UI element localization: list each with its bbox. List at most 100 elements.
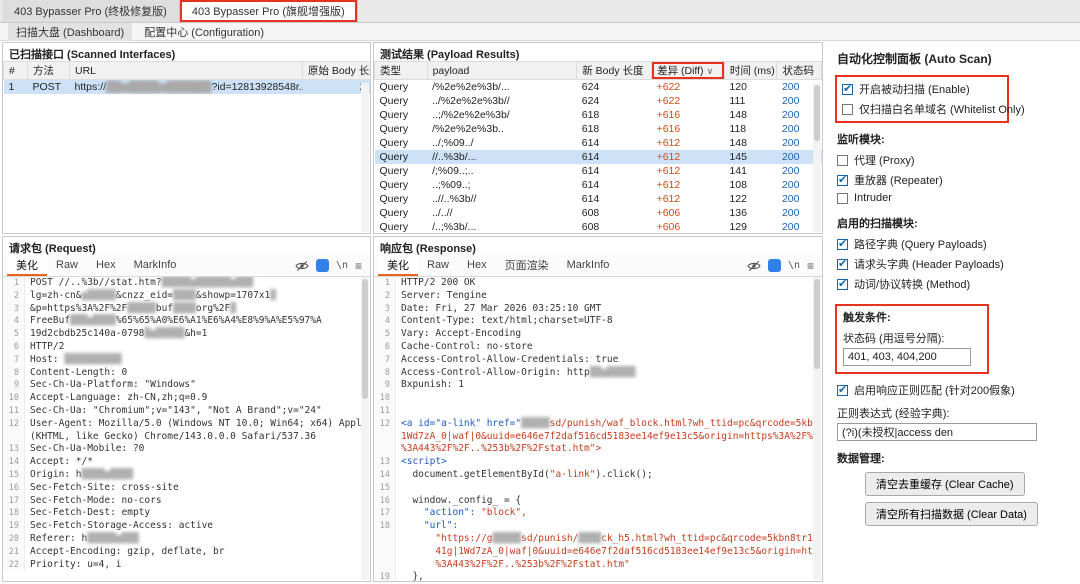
result-type: Query <box>379 179 409 191</box>
app-tab[interactable]: 403 Bypasser Pro (旗舰增强版) <box>179 0 358 22</box>
scanned-scrollbar[interactable] <box>361 83 369 232</box>
results-table-header: 类型 payload 新 Body 长度 差异 (Diff) ∨ 时间 (ms)… <box>374 61 822 80</box>
eye-off-icon[interactable] <box>295 260 309 272</box>
scanned-column-header[interactable]: # <box>3 61 28 80</box>
result-payload: //..%3b/... <box>427 150 577 164</box>
result-row[interactable]: Query ..//..%3b// 614 +612 122 200 <box>375 192 822 206</box>
result-type: Query <box>379 165 409 177</box>
result-new-body-length: 624 <box>581 95 600 107</box>
result-diff: +616 <box>656 123 681 135</box>
code-line: 12 <a id="a-link" href="█████sd/punish/wa… <box>374 417 813 431</box>
request-editor-tab[interactable]: MarkInfo <box>125 255 186 276</box>
results-column-header[interactable]: payload <box>426 61 578 80</box>
marker-icon[interactable] <box>315 259 329 272</box>
code-line: 5 Vary: Accept-Encoding <box>374 328 813 341</box>
regex-label: 正则表达式 (经验字典): <box>837 408 950 420</box>
response-scrollbar[interactable] <box>813 277 821 580</box>
code-line: 18 Sec-Fetch-Dest: empty <box>3 507 361 521</box>
result-type: Query <box>379 207 409 219</box>
code-line: 5 19d2cbdb25c140a-0798█▆█████&h=1 <box>3 328 361 341</box>
request-panel: 请求包 (Request) 美化 Raw Hex MarkInfo \n ≡ 1… <box>2 236 371 582</box>
response-editor-tab[interactable]: Hex <box>458 255 496 276</box>
checkbox-row[interactable]: 仅扫描白名单域名 (Whitelist Only) <box>842 99 1025 119</box>
clear-cache-button[interactable]: 清空去重缓存 (Clear Cache) <box>865 472 1025 496</box>
checkbox-row[interactable]: 请求头字典 (Header Payloads) <box>837 254 1068 274</box>
result-row[interactable]: Query ..;/%2e%2e%3b/ 618 +616 148 200 <box>375 108 822 122</box>
result-payload: /..;%3b/... <box>432 221 477 233</box>
result-row[interactable]: Query ../..// 608 +606 136 200 <box>375 206 822 220</box>
code-line: %3A443%2F%2F..%253b%2F%2Fstat.htm" <box>374 558 813 572</box>
result-payload: /%2e%2e%3b.. <box>432 123 504 135</box>
code-line: (KHTML, like Gecko) Chrome/143.0.0.0 Saf… <box>3 430 361 444</box>
clear-data-button[interactable]: 清空所有扫描数据 (Clear Data) <box>865 502 1038 526</box>
result-time: 148 <box>729 109 747 121</box>
response-editor-tab[interactable]: Raw <box>418 255 458 276</box>
result-row[interactable]: Query ..;%09..; 614 +612 108 200 <box>375 178 822 192</box>
results-column-header[interactable]: 差异 (Diff) ∨ <box>651 61 725 80</box>
sub-tab-label: 配置中心 (Configuration) <box>144 26 265 39</box>
results-column-header[interactable]: 状态码 <box>776 61 822 80</box>
listen-section-heading: 监听模块: <box>837 134 885 146</box>
result-time: 141 <box>729 165 747 177</box>
code-line: 22 Priority: u=4, i <box>3 558 361 572</box>
code-line: 9 Bxpunish: 1 <box>374 379 813 393</box>
results-column-header[interactable]: 新 Body 长度 <box>576 61 653 80</box>
result-row[interactable]: Query /%2e%2e%3b/... 624 +622 120 200 <box>375 80 822 95</box>
newline-icon[interactable]: \n <box>788 260 800 271</box>
scanned-row[interactable]: 1 POST https://██▆████▆██████?id=1281392… <box>3 79 370 94</box>
request-editor-tab[interactable]: Hex <box>87 255 125 276</box>
checkbox-row[interactable]: 重放器 (Repeater) <box>837 170 1068 190</box>
checkbox-label: 重放器 (Repeater) <box>854 175 943 187</box>
newline-icon[interactable]: \n <box>336 260 348 271</box>
results-column-header[interactable]: 时间 (ms) <box>723 61 778 80</box>
result-row[interactable]: Query ../%2e%2e%3b// 624 +622 111 200 <box>375 94 822 108</box>
result-type: Query <box>379 123 409 135</box>
checkbox-label: 代理 (Proxy) <box>854 155 915 167</box>
checkbox-row[interactable]: 动词/协议转换 (Method) <box>837 274 1068 294</box>
results-scrollbar[interactable] <box>813 83 821 232</box>
scanned-column-header[interactable]: 原始 Body 长度 <box>302 61 370 80</box>
sub-tab[interactable]: 扫描大盘 (Dashboard) <box>8 22 133 41</box>
result-time: 136 <box>729 207 747 219</box>
eye-off-icon[interactable] <box>747 260 761 272</box>
code-line: 17 Sec-Fetch-Mode: no-cors <box>3 494 361 508</box>
code-line: 19 }, <box>374 571 813 581</box>
result-type: Query <box>379 95 409 107</box>
app-tab-label: 403 Bypasser Pro (旗舰增强版) <box>191 6 345 18</box>
result-row[interactable]: Query /%2e%2e%3b.. 618 +616 118 200 <box>375 122 822 136</box>
result-row[interactable]: Query ../;%09../ 614 +612 148 200 <box>375 136 822 150</box>
checkbox-row[interactable]: 路径字典 (Query Payloads) <box>837 234 1068 254</box>
result-row[interactable]: Query /..;%3b/... 608 +606 129 200 <box>375 220 822 233</box>
checkbox-row[interactable]: Intruder <box>837 190 1068 206</box>
response-editor-tab[interactable]: MarkInfo <box>558 255 619 276</box>
result-row[interactable]: Query //..%3b/... 614 +612 145 200 <box>374 150 822 164</box>
checkbox-row[interactable]: 代理 (Proxy) <box>837 150 1068 170</box>
checkbox-row[interactable]: 开启被动扫描 (Enable) <box>842 79 1002 99</box>
request-editor-tab[interactable]: Raw <box>47 255 87 276</box>
response-editor-tab[interactable]: 页面渲染 <box>496 255 558 276</box>
scanned-row-url: https://██▆████▆██████?id=12813928548r..… <box>69 79 303 94</box>
request-editor[interactable]: 1 POST //..%3b//stat.htm?█████▆██████▆███… <box>3 277 361 581</box>
sub-tab[interactable]: 配置中心 (Configuration) <box>136 23 272 41</box>
scanned-column-header[interactable]: 方法 <box>27 61 70 80</box>
results-column-header[interactable]: 类型 <box>374 61 428 80</box>
request-editor-icons: \n ≡ <box>295 255 366 276</box>
result-row[interactable]: Query /;%09..;.. 614 +612 141 200 <box>375 164 822 178</box>
app-tab[interactable]: 403 Bypasser Pro (终极修复版) <box>2 0 180 22</box>
menu-icon[interactable]: ≡ <box>355 259 362 273</box>
scanned-column-header[interactable]: URL <box>69 61 303 80</box>
result-new-body-length: 614 <box>576 150 652 164</box>
result-payload: ../..// <box>432 207 453 219</box>
response-editor-tab[interactable]: 美化 <box>378 255 418 276</box>
app-tab-label: 403 Bypasser Pro (终极修复版) <box>14 6 167 18</box>
result-new-body-length: 608 <box>581 207 600 219</box>
regex-input[interactable] <box>837 423 1037 441</box>
response-editor[interactable]: 1 HTTP/2 200 OK 2 Server: Tengine 3 Date: Fri… <box>374 277 813 581</box>
request-editor-tab[interactable]: 美化 <box>7 255 47 276</box>
menu-icon[interactable]: ≡ <box>807 259 814 273</box>
request-scrollbar[interactable] <box>361 277 369 580</box>
status-codes-input[interactable] <box>843 348 971 366</box>
marker-icon[interactable] <box>767 259 781 272</box>
regex-toggle-row[interactable]: 启用响应正则匹配 (针对200假象) <box>837 380 1068 400</box>
sub-tabbar: 扫描大盘 (Dashboard) 配置中心 (Configuration) <box>0 22 1080 41</box>
